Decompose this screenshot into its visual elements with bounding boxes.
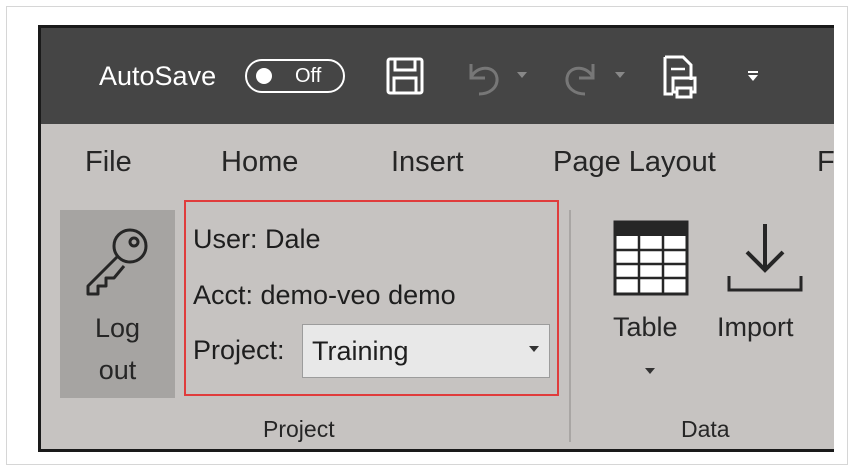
customize-dropdown-icon[interactable] [747,70,759,82]
tab-file[interactable]: File [85,146,132,179]
logout-button[interactable]: Log out [60,210,175,398]
logout-label-line1: Log [94,313,141,343]
project-select-value: Training [312,336,409,366]
user-label: User: Dale [193,224,321,254]
excel-window: AutoSave Off File Home Insert Page Layou… [38,25,834,452]
project-group-label: Project [263,416,335,442]
tab-formulas[interactable]: Fo [817,146,834,179]
project-select[interactable]: Training [302,324,550,378]
table-dropdown-icon [645,368,655,374]
tab-page-layout[interactable]: Page Layout [553,146,716,179]
table-icon [613,220,689,296]
import-button[interactable]: Import [713,210,823,380]
tab-home[interactable]: Home [221,146,298,179]
tab-insert[interactable]: Insert [391,146,464,179]
autosave-label: AutoSave [99,61,217,91]
account-label: Acct: demo-veo demo [193,280,456,310]
key-icon [86,228,148,296]
autosave-toggle[interactable]: Off [245,59,345,93]
table-label: Table [613,312,678,342]
save-icon[interactable] [385,56,425,96]
redo-icon[interactable] [559,56,603,98]
table-button[interactable]: Table [601,210,701,410]
undo-icon[interactable] [461,56,505,98]
redo-dropdown-icon[interactable] [615,72,625,80]
autosave-state: Off [295,65,322,87]
ribbon-tabs: File Home Insert Page Layout Fo [41,124,834,194]
toggle-knob [256,68,272,84]
project-label: Project: [193,335,285,365]
chevron-down-icon [529,346,539,352]
print-preview-icon[interactable] [659,54,699,100]
undo-dropdown-icon[interactable] [517,72,527,80]
group-separator [569,210,571,442]
import-label: Import [717,312,794,342]
title-bar: AutoSave Off [41,28,834,124]
import-icon [727,224,803,292]
logout-label-line2: out [98,355,137,385]
data-group-label: Data [681,416,730,442]
